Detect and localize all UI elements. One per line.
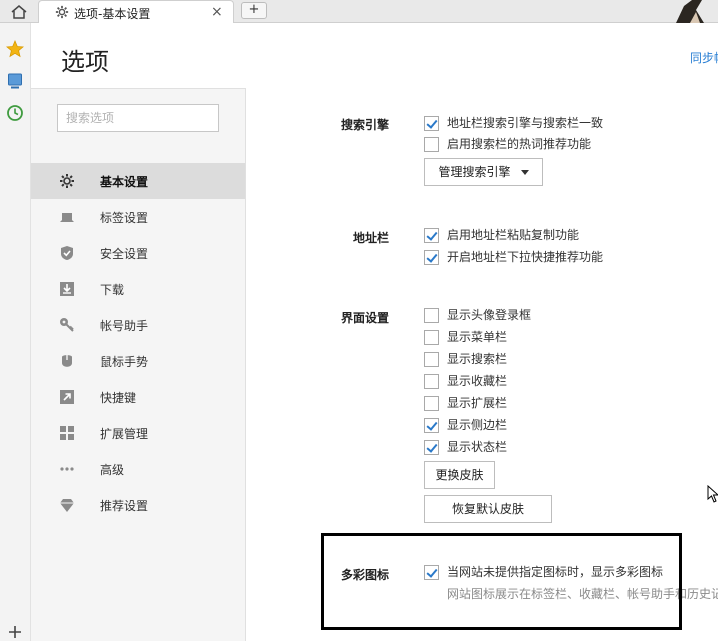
nav-item-label: 标签设置	[100, 211, 149, 225]
tab-title: 选项-基本设置	[74, 7, 151, 21]
change-skin-button[interactable]: 更换皮肤	[424, 461, 495, 489]
new-tab-button[interactable]: +	[241, 2, 267, 19]
button-label: 管理搜索引擎	[438, 165, 511, 179]
home-button[interactable]	[0, 0, 38, 23]
nav-item-label: 扩展管理	[100, 427, 149, 441]
nav-item-label: 快捷键	[100, 391, 137, 405]
mouse-cursor-icon	[707, 485, 718, 503]
nav-item-mouse-gestures[interactable]: 鼠标手势	[31, 343, 245, 379]
nav-item-label: 鼠标手势	[100, 355, 149, 369]
option-label: 显示收藏栏	[447, 374, 508, 388]
page-title: 选项	[61, 48, 109, 76]
shortcut-arrow-icon	[60, 390, 74, 404]
checkbox[interactable]	[424, 396, 439, 411]
section-label-interface: 界面设置	[341, 311, 390, 325]
extensions-icon	[60, 426, 74, 440]
gear-icon	[55, 5, 69, 19]
browser-sidebar	[0, 23, 31, 641]
nav-item-label: 推荐设置	[100, 499, 149, 513]
option-label: 显示侧边栏	[447, 418, 508, 432]
section-label-address-bar: 地址栏	[353, 231, 390, 245]
restore-default-skin-button[interactable]: 恢复默认皮肤	[424, 495, 552, 523]
section-label-search-engine: 搜索引擎	[341, 118, 390, 132]
checkbox[interactable]	[424, 418, 439, 433]
option-label: 显示头像登录框	[447, 308, 532, 322]
option-label: 开启地址栏下拉快捷推荐功能	[447, 250, 604, 264]
nav-item-advanced[interactable]: 高级	[31, 451, 245, 487]
add-icon[interactable]	[6, 623, 24, 641]
option-label: 显示菜单栏	[447, 330, 508, 344]
gear-icon	[60, 174, 74, 188]
nav-item-label: 高级	[100, 463, 125, 477]
checkbox[interactable]	[424, 440, 439, 455]
nav-item-label: 帐号助手	[100, 319, 149, 333]
checkbox[interactable]	[424, 137, 439, 152]
skin-decoration	[676, 0, 704, 23]
shield-check-icon	[61, 246, 73, 260]
option-label: 地址栏搜索引擎与搜索栏一致	[447, 116, 604, 130]
checkbox[interactable]	[424, 352, 439, 367]
checkbox[interactable]	[424, 308, 439, 323]
mouse-icon	[62, 355, 72, 367]
checkbox[interactable]	[424, 374, 439, 389]
tab-icon	[60, 213, 74, 222]
option-label: 启用搜索栏的热词推荐功能	[447, 137, 592, 151]
more-dots-icon	[60, 467, 74, 471]
option-label: 显示搜索栏	[447, 352, 508, 366]
nav-item-tab-settings[interactable]: 标签设置	[31, 199, 245, 235]
checkbox[interactable]	[424, 228, 439, 243]
checkbox[interactable]	[424, 116, 439, 131]
nav-item-extensions[interactable]: 扩展管理	[31, 415, 245, 451]
options-search-input[interactable]	[57, 104, 219, 132]
nav-item-shortcuts[interactable]: 快捷键	[31, 379, 245, 415]
download-icon	[60, 282, 74, 296]
sync-account-link[interactable]: 同步帐	[690, 49, 718, 66]
home-icon	[11, 4, 27, 19]
tab-close-button[interactable]: ×	[211, 3, 223, 21]
nav-item-label: 安全设置	[100, 247, 149, 261]
chevron-down-icon	[520, 170, 529, 175]
reader-icon[interactable]	[6, 72, 24, 90]
nav-item-account-assistant[interactable]: 帐号助手	[31, 307, 245, 343]
nav-item-basic-settings[interactable]: 基本设置	[31, 163, 245, 199]
options-nav: 基本设置 标签设置 安全设置 下载 帐号助手	[31, 88, 246, 641]
nav-item-label: 下载	[100, 283, 125, 297]
nav-item-label: 基本设置	[100, 175, 149, 189]
history-clock-icon[interactable]	[6, 104, 24, 122]
nav-item-recommended-settings[interactable]: 推荐设置	[31, 487, 245, 523]
annotation-highlight-box	[321, 533, 682, 630]
diamond-icon	[60, 499, 74, 512]
nav-item-security-settings[interactable]: 安全设置	[31, 235, 245, 271]
option-label: 显示扩展栏	[447, 396, 508, 410]
tab-strip: 选项-基本设置 × +	[0, 0, 718, 23]
option-label: 显示状态栏	[447, 440, 508, 454]
favorites-star-icon[interactable]	[6, 40, 24, 58]
option-label: 启用地址栏粘贴复制功能	[447, 228, 580, 242]
checkbox[interactable]	[424, 330, 439, 345]
key-icon	[60, 318, 74, 332]
checkbox[interactable]	[424, 250, 439, 265]
nav-item-download[interactable]: 下载	[31, 271, 245, 307]
tab-options[interactable]: 选项-基本设置 ×	[38, 0, 234, 23]
manage-search-engines-button[interactable]: 管理搜索引擎	[424, 158, 543, 186]
